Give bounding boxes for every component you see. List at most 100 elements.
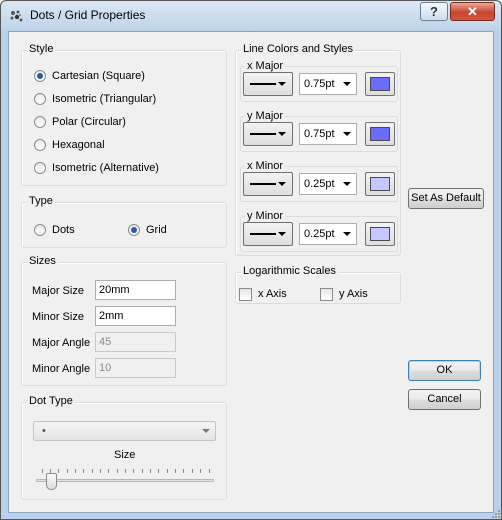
dot-type-group-title: Dot Type <box>27 395 75 407</box>
chevron-down-icon <box>202 429 210 433</box>
minor-size-input[interactable]: 2mm <box>95 306 176 326</box>
ok-button[interactable]: OK <box>408 360 481 381</box>
major-size-label: Major Size <box>32 285 84 297</box>
dot-type-value: • <box>42 425 46 437</box>
window-title: Dots / Grid Properties <box>30 8 146 22</box>
minor-angle-input: 10 <box>95 358 176 378</box>
radio-icon[interactable] <box>34 162 46 174</box>
line-color-button[interactable] <box>365 72 395 96</box>
style-option-isometric[interactable]: Isometric (Triangular) <box>34 92 156 106</box>
slider-tick <box>49 469 51 473</box>
style-option-label: Isometric (Triangular) <box>52 93 157 105</box>
slider-tick <box>83 469 85 473</box>
line-width-value: 0.25pt <box>304 178 335 190</box>
style-group-title: Style <box>27 43 56 55</box>
line-row-x-major: x Major 0.75pt <box>240 60 398 102</box>
type-option-dots[interactable]: Dots <box>34 223 75 237</box>
solid-line-icon <box>250 233 276 235</box>
log-x-axis-checkbox[interactable]: x Axis <box>239 287 287 301</box>
line-row-label: y Major <box>245 110 286 122</box>
major-size-input[interactable]: 20mm <box>95 280 176 300</box>
cancel-button[interactable]: Cancel <box>408 389 481 410</box>
line-width-dropdown[interactable]: 0.75pt <box>299 123 357 145</box>
color-swatch <box>370 227 390 241</box>
sizes-group-title: Sizes <box>27 255 58 267</box>
type-option-label: Grid <box>146 224 167 236</box>
radio-selected-icon[interactable] <box>128 224 140 236</box>
line-style-dropdown[interactable] <box>243 72 293 96</box>
line-row-label: x Minor <box>245 160 286 172</box>
line-color-button[interactable] <box>365 172 395 196</box>
slider-tick <box>41 469 43 473</box>
line-style-dropdown[interactable] <box>243 172 293 196</box>
line-color-button[interactable] <box>365 122 395 146</box>
line-color-button[interactable] <box>365 222 395 246</box>
resize-grip-icon[interactable] <box>489 507 501 519</box>
close-button[interactable]: ✕ <box>450 2 495 21</box>
slider-tick <box>166 469 168 473</box>
line-style-dropdown[interactable] <box>243 222 293 246</box>
line-style-dropdown[interactable] <box>243 122 293 146</box>
major-angle-label: Major Angle <box>32 337 91 349</box>
slider-tick <box>74 469 76 473</box>
color-swatch <box>370 77 390 91</box>
style-group: Style Cartesian (Square) Isometric (Tria… <box>21 43 227 186</box>
line-colors-group: Line Colors and Styles x Major 0.75pt y … <box>235 43 401 256</box>
type-group-title: Type <box>27 195 55 207</box>
help-button[interactable]: ? <box>420 2 448 21</box>
dialog-window: Dots / Grid Properties ? ✕ Style Cartesi… <box>0 0 502 520</box>
dot-size-slider-thumb <box>46 473 58 490</box>
dot-type-group: Dot Type • Size <box>21 395 227 500</box>
log-scales-group-title: Logarithmic Scales <box>241 265 338 277</box>
slider-tick <box>91 469 93 473</box>
slider-tick <box>158 469 160 473</box>
set-as-default-button[interactable]: Set As Default <box>408 188 484 209</box>
line-width-dropdown[interactable]: 0.25pt <box>299 173 357 195</box>
slider-tick <box>183 469 185 473</box>
line-width-dropdown[interactable]: 0.25pt <box>299 223 357 245</box>
slider-tick <box>66 469 68 473</box>
log-y-axis-label: y Axis <box>339 288 368 300</box>
slider-tick <box>191 469 193 473</box>
type-group: Type Dots Grid <box>21 195 227 248</box>
radio-selected-icon[interactable] <box>34 70 46 82</box>
solid-line-icon <box>250 83 276 85</box>
chevron-down-icon <box>278 82 286 86</box>
log-y-axis-checkbox[interactable]: y Axis <box>320 287 368 301</box>
style-option-polar[interactable]: Polar (Circular) <box>34 115 126 129</box>
chevron-down-icon <box>278 232 286 236</box>
dot-type-dropdown: • <box>33 421 216 441</box>
checkbox-icon[interactable] <box>239 287 252 301</box>
line-colors-group-title: Line Colors and Styles <box>241 43 356 55</box>
slider-tick <box>58 469 60 473</box>
line-width-dropdown[interactable]: 0.75pt <box>299 73 357 95</box>
type-option-grid[interactable]: Grid <box>128 223 167 237</box>
title-bar[interactable]: Dots / Grid Properties ? ✕ <box>1 1 501 31</box>
slider-tick <box>125 469 126 473</box>
color-swatch <box>370 127 390 141</box>
style-option-label: Polar (Circular) <box>52 116 126 128</box>
minor-size-label: Minor Size <box>32 311 84 323</box>
radio-icon[interactable] <box>34 93 46 105</box>
radio-icon[interactable] <box>34 116 46 128</box>
style-option-label: Hexagonal <box>52 139 105 151</box>
solid-line-icon <box>250 133 276 135</box>
minor-angle-label: Minor Angle <box>32 363 91 375</box>
log-x-axis-label: x Axis <box>258 288 287 300</box>
radio-icon[interactable] <box>34 139 46 151</box>
style-option-label: Isometric (Alternative) <box>52 162 159 174</box>
style-option-hexagonal[interactable]: Hexagonal <box>34 138 105 152</box>
checkbox-icon[interactable] <box>320 287 333 301</box>
style-option-isometric-alt[interactable]: Isometric (Alternative) <box>34 161 159 175</box>
radio-icon[interactable] <box>34 224 46 236</box>
dot-size-label: Size <box>114 449 136 461</box>
chevron-down-icon <box>343 82 351 86</box>
style-option-cartesian[interactable]: Cartesian (Square) <box>34 69 145 83</box>
slider-tick <box>141 469 143 473</box>
type-option-label: Dots <box>52 224 75 236</box>
slider-tick <box>150 469 152 473</box>
dot-size-slider-track <box>36 479 214 482</box>
chevron-down-icon <box>343 132 351 136</box>
chevron-down-icon <box>343 232 351 236</box>
line-row-y-major: y Major 0.75pt <box>240 110 398 152</box>
